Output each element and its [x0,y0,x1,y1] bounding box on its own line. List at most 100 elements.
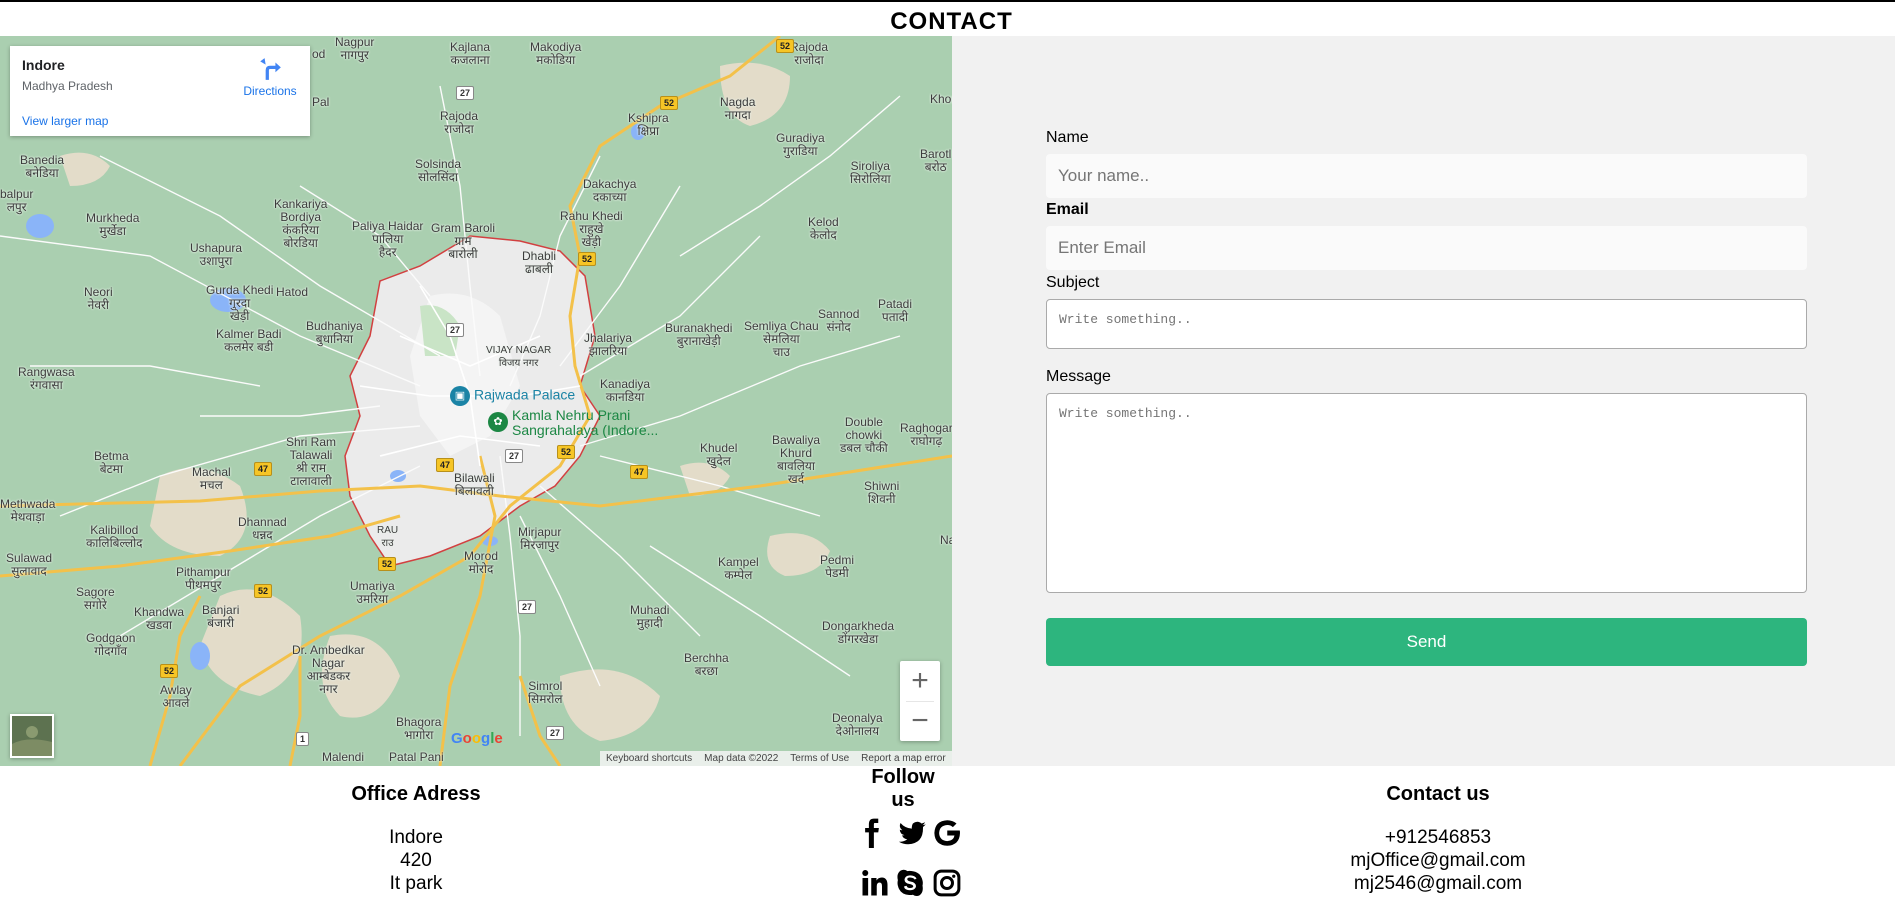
office-line: It park [389,873,443,894]
name-label: Name [1046,129,1089,146]
map-attribution-bar: Keyboard shortcuts Map data ©2022 Terms of… [600,751,952,766]
poi-label: Sangrahalaya (Indore... [512,422,659,438]
map-label: Barotl बरोठ [920,147,952,174]
map-label: Kalibillod कालिबिल्लोद [86,523,143,550]
office-line: Indore [389,827,443,848]
top-border [0,0,1895,2]
subject-textarea[interactable]: Write something.. [1046,299,1807,349]
map-label: Kankariya Bordiya कंकरिया बोरडिया [274,197,328,250]
office-address-heading: Office Adress [351,783,481,805]
subject-label: Subject [1046,274,1100,291]
poi-kamla-nehru-zoo[interactable]: ✿ Kamla Nehru Prani Sangrahalaya (Indore.… [488,408,658,438]
highway-shield: 52 [378,557,397,571]
map-label: Shiwni शिवनी [864,479,900,506]
zoo-icon: ✿ [488,412,508,432]
map-label: Muhadi मुहादी [630,603,670,630]
map-label: Dhannad धन्नद [238,515,287,542]
poi-rajwada-palace[interactable]: ▣ Rajwada Palace [450,386,575,406]
message-label: Message [1046,368,1111,385]
highway-shield: 27 [446,323,465,337]
map-label: Patal Pani [389,750,444,764]
map-label: Kampel कम्पेल [718,555,759,582]
linkedin-icon[interactable] [860,868,890,898]
contact-email: mj2546@gmail.com [1353,873,1523,894]
zoom-out-button[interactable]: − [900,701,940,741]
map-label: Kajlana कजलाना [450,40,491,67]
zoom-in-button[interactable]: + [900,661,940,701]
send-button[interactable]: Send [1046,618,1807,666]
map-label: Ushapura उशापुरा [190,241,243,268]
map-label: Murkheda मुर्खेडा [86,211,140,238]
map-label: Makodiya मकोडिया [530,40,582,67]
map-label: Paliya Haidar पालिया हैदर [352,219,424,259]
highway-shield: 52 [557,445,576,459]
map-label: Patadi पतादी [878,297,913,324]
email-input[interactable]: Enter Email [1046,226,1807,270]
contact-phone: +912546853 [1384,827,1492,848]
office-address-section: Office Adress Indore 420 It park [316,783,516,895]
twitter-icon[interactable] [897,818,927,848]
map-label: Double chowki डबल चौकी [840,415,888,455]
highway-shield: 47 [436,458,455,472]
map-label: Godgaon गोदगाँव [86,631,136,658]
highway-shield: 1 [296,732,310,746]
highway-shield: 52 [160,664,179,678]
map-label: Khor [930,92,952,106]
map-label: Dhabli ढाबली [522,249,557,276]
map-label: Banedia बनेडिया [20,153,65,180]
instagram-icon[interactable] [932,868,962,898]
map-label: Mirjapur मिरजापुर [518,525,562,552]
office-line: 420 [400,850,432,871]
map-label: Jhalariya झालरिया [584,331,633,358]
map-label: Gram Baroli ग्राम बारोली [431,221,496,261]
map-label: Siroliya सिरोलिया [850,159,891,186]
map-label: Methwada मेथवाड़ा [0,497,56,524]
map-label: Betma बेटमा [94,449,129,476]
map-label: Awlay आवले [160,683,192,710]
map-label: Machal मचल [192,465,231,492]
satellite-view-toggle[interactable] [10,714,54,758]
poi-label: Rajwada Palace [474,386,576,403]
map-label: Neori नेवरी [84,285,113,312]
map-place-subtitle: Madhya Pradesh [22,79,113,93]
skype-icon[interactable] [895,868,925,898]
keyboard-shortcuts-link[interactable]: Keyboard shortcuts [600,753,698,764]
map-label: Deonalya देओनालय [832,711,883,738]
map-label: Dr. Ambedkar Nagar आम्बेडकर नगर [292,643,365,696]
map-info-card: Indore Madhya Pradesh View larger map Di… [10,46,310,136]
map-label: balpur लपुर [0,187,34,214]
contact-form-panel: Name Your name.. Email Enter Email Subje… [952,36,1895,766]
map-label: RAU राउ [377,525,399,549]
museum-icon: ▣ [450,386,470,406]
map-label: Simrol सिमरोल [528,679,563,706]
highway-shield: 52 [776,39,795,53]
map-label: Kshipra क्षिप्रा [628,111,669,138]
highway-shield: 47 [630,465,649,479]
map-label: Rajoda राजोदा [440,109,479,136]
facebook-icon[interactable] [857,818,887,848]
map-label: Khandwa खडवा [134,605,185,632]
highway-shield: 27 [505,449,524,463]
embedded-map[interactable]: Kajlana कजलाना Makodiya मकोडिया Rajoda राजो… [0,36,952,766]
map-label: Buranakhedi बुरानाखेड़ी [665,321,733,348]
highway-shield: 52 [254,584,273,598]
map-label: Bilawali बिलावली [454,471,495,498]
highway-shield: 52 [660,96,679,110]
map-label: Shri Ram Talawali श्री राम टालावाली [286,435,337,488]
report-map-error-link[interactable]: Report a map error [855,753,951,764]
terms-of-use-link[interactable]: Terms of Use [784,753,855,764]
directions-button[interactable]: Directions [238,56,302,98]
message-textarea[interactable]: Write something.. [1046,393,1807,593]
map-label: Kelod केलोद [808,215,839,242]
google-icon[interactable] [932,818,962,848]
google-logo: Google [451,730,503,747]
map-label: Berchha बरछा [684,651,729,678]
highway-shield: 52 [578,252,597,266]
map-zoom-controls: + − [900,661,940,741]
view-larger-map-link[interactable]: View larger map [22,114,108,128]
map-label: Na [940,533,952,547]
name-input[interactable]: Your name.. [1046,154,1807,198]
directions-label: Directions [243,84,297,98]
map-place-title: Indore [22,57,65,73]
highway-shield: 27 [456,86,475,100]
